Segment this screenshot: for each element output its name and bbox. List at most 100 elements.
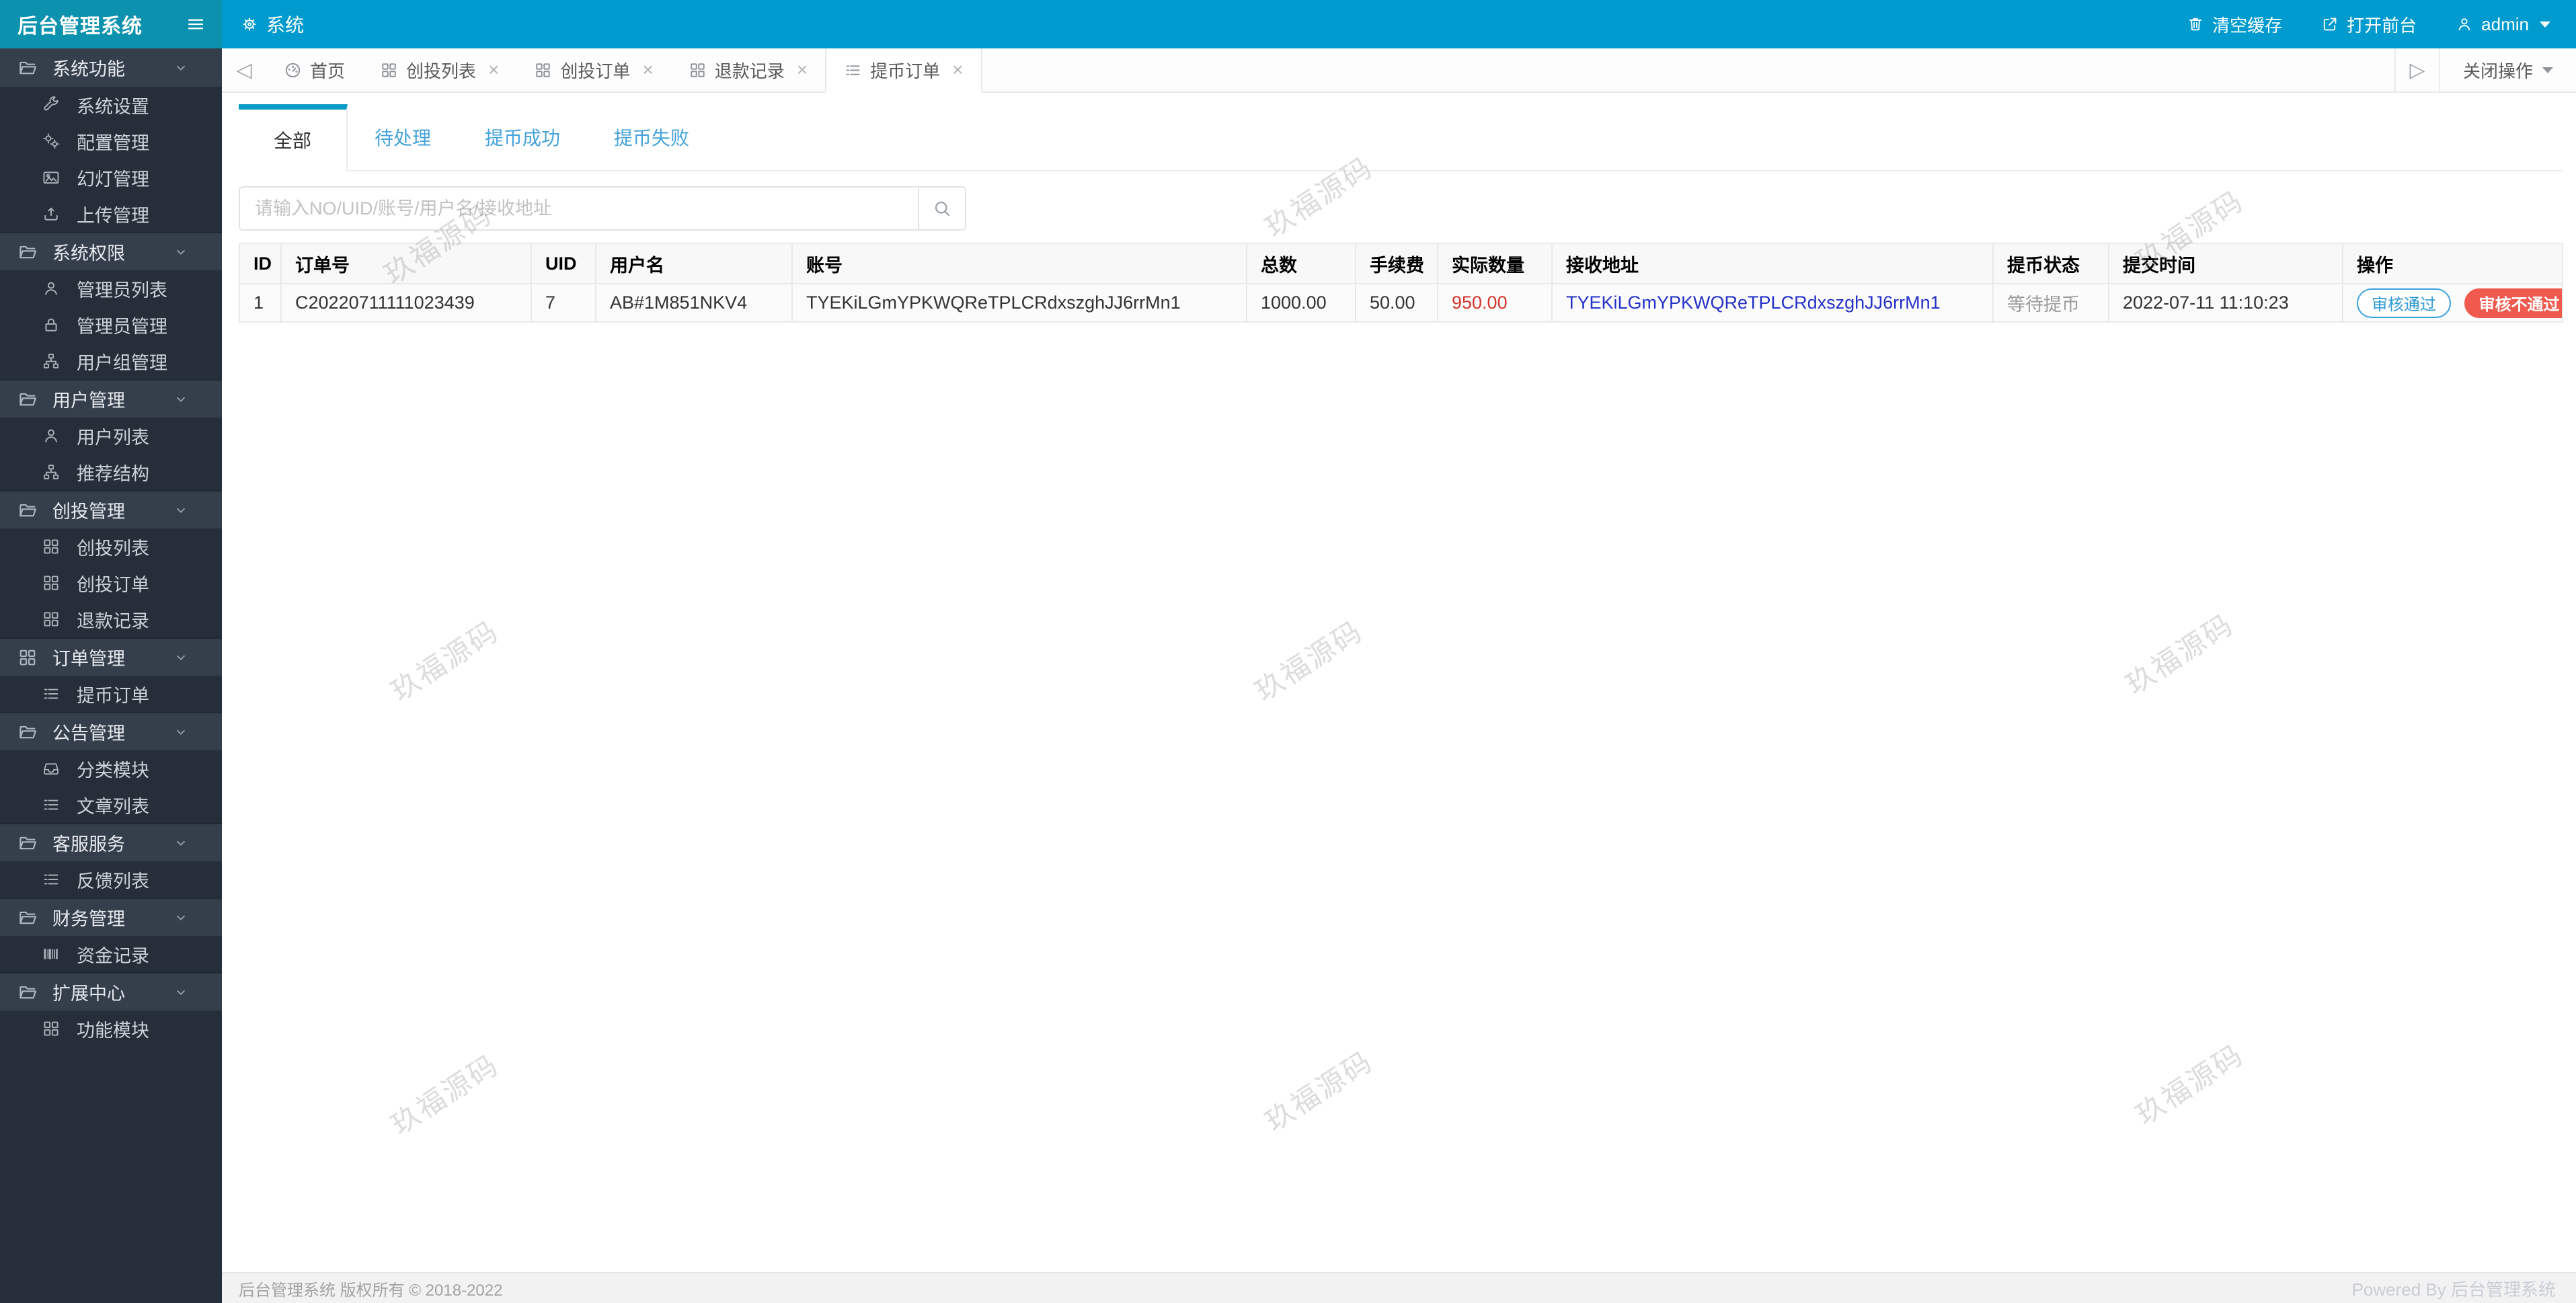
approve-button[interactable]: 审核通过: [2357, 288, 2451, 318]
powered-by-text: Powered By 后台管理系统: [2351, 1279, 2556, 1300]
close-tab-icon[interactable]: ×: [642, 61, 653, 79]
sidebar-group-permissions: 系统权限 管理员列表 管理员管理 用户组管理: [0, 232, 222, 379]
sidebar-group-header[interactable]: 系统权限: [0, 232, 222, 270]
cell-fee: 50.00: [1355, 283, 1438, 323]
filter-tab-pending[interactable]: 待处理: [348, 104, 458, 170]
sidebar-group-users: 用户管理 用户列表 推荐结构: [0, 379, 222, 490]
tabs-scroll-right-button[interactable]: ▷: [2394, 48, 2439, 91]
grid-icon: [534, 61, 552, 79]
chevron-down-icon: [172, 723, 190, 741]
sidebar-item-config[interactable]: 配置管理: [0, 123, 222, 159]
sidebar-item-user-groups[interactable]: 用户组管理: [0, 343, 222, 379]
search-button[interactable]: [918, 186, 966, 231]
lock-icon: [42, 315, 61, 334]
sidebar-item-venture-orders[interactable]: 创投订单: [0, 565, 222, 601]
sidebar-group-orders: 订单管理 提币订单: [0, 637, 222, 712]
sidebar-item-category-module[interactable]: 分类模块: [0, 750, 222, 787]
tab-withdraw-orders[interactable]: 提币订单 ×: [825, 48, 982, 93]
cell-status: 等待提币: [1992, 283, 2109, 323]
open-front-button[interactable]: 打开前台: [2321, 12, 2417, 37]
grid-icon: [42, 610, 61, 629]
sidebar-group-header[interactable]: 扩展中心: [0, 972, 222, 1011]
tab-refund-records[interactable]: 退款记录 ×: [671, 48, 825, 91]
filter-tab-all[interactable]: 全部: [239, 104, 348, 171]
grid-icon: [42, 1019, 61, 1038]
close-tab-icon[interactable]: ×: [952, 61, 963, 79]
sidebar-item-uploads[interactable]: 上传管理: [0, 196, 222, 232]
caret-down-icon: [2542, 67, 2553, 73]
col-total: 总数: [1246, 243, 1356, 284]
search-icon: [932, 198, 952, 219]
col-order-no: 订单号: [280, 243, 532, 284]
sitemap-icon: [42, 463, 61, 481]
sidebar-item-referral[interactable]: 推荐结构: [0, 454, 222, 490]
search-input[interactable]: [239, 186, 919, 231]
cell-time: 2022-07-11 11:10:23: [2108, 283, 2343, 323]
logo-area: 后台管理系统: [0, 0, 222, 48]
sidebar-item-refund-records[interactable]: 退款记录: [0, 601, 222, 637]
folder-icon: [17, 833, 38, 853]
filter-tab-success[interactable]: 提币成功: [458, 104, 587, 170]
sidebar-group-header[interactable]: 系统功能: [0, 48, 222, 87]
hamburger-icon[interactable]: [186, 14, 206, 34]
user-icon: [42, 279, 61, 298]
sidebar-group-header[interactable]: 订单管理: [0, 637, 222, 676]
gears-icon: [42, 132, 61, 151]
sidebar-item-user-list[interactable]: 用户列表: [0, 418, 222, 454]
sidebar-group-header[interactable]: 创投管理: [0, 490, 222, 528]
close-tab-icon[interactable]: ×: [488, 61, 499, 79]
sidebar-item-admin-list[interactable]: 管理员列表: [0, 270, 222, 307]
external-link-icon: [2321, 15, 2339, 33]
col-time: 提交时间: [2108, 243, 2343, 284]
sidebar-item-feedback-list[interactable]: 反馈列表: [0, 861, 222, 898]
sidebar-item-article-list[interactable]: 文章列表: [0, 787, 222, 823]
sidebar-group-system-functions: 系统功能 系统设置 配置管理 幻灯管理 上传管理: [0, 48, 222, 232]
reject-button[interactable]: 审核不通过: [2464, 288, 2561, 318]
list-icon: [42, 684, 61, 703]
sidebar-item-venture-list[interactable]: 创投列表: [0, 528, 222, 565]
sidebar-item-admin-manage[interactable]: 管理员管理: [0, 307, 222, 343]
cell-username: AB#1M851NKV4: [595, 283, 793, 323]
chevron-down-icon: [172, 834, 190, 852]
gear-icon: [241, 15, 258, 33]
chevron-down-icon: [172, 649, 190, 666]
tab-venture-orders[interactable]: 创投订单 ×: [516, 48, 670, 91]
filter-tabs: 全部 待处理 提币成功 提币失败: [239, 104, 2562, 171]
grid-icon: [689, 61, 707, 79]
sidebar-item-system-settings[interactable]: 系统设置: [0, 87, 222, 123]
sidebar-item-withdraw-orders[interactable]: 提币订单: [0, 676, 222, 712]
table-header-row: ID 订单号 UID 用户名 账号 总数 手续费 实际数量 接收地址 提币状态 …: [239, 243, 2563, 284]
sitemap-icon: [42, 352, 61, 370]
copyright-text: 后台管理系统 版权所有 © 2018-2022: [239, 1281, 503, 1300]
folder-icon: [17, 722, 38, 742]
filter-tab-failed[interactable]: 提币失败: [587, 104, 716, 170]
sidebar-group-header[interactable]: 财务管理: [0, 898, 222, 936]
clear-cache-button[interactable]: 清空缓存: [2187, 12, 2282, 37]
cell-uid: 7: [531, 283, 596, 323]
header-actions: 清空缓存 打开前台 admin: [2187, 0, 2576, 48]
user-icon: [42, 426, 61, 445]
chevron-down-icon: [172, 391, 190, 408]
sidebar-group-header[interactable]: 客服服务: [0, 823, 222, 861]
sidebar-item-slides[interactable]: 幻灯管理: [0, 159, 222, 196]
page-tabbar: ◁ 首页 创投列表 × 创投订单 × 退款记录 × 提币订单 × ▷ 关闭操作: [222, 48, 2576, 93]
app-window: 后台管理系统 系统 清空缓存 打开前台 admin 系统功能 系统设置 配置管理…: [0, 0, 2576, 1303]
cell-address-link[interactable]: TYEKiLGmYPKWQReTPLCRdxszghJJ6rrMn1: [1551, 283, 1994, 323]
cell-actual: 950.00: [1437, 283, 1553, 323]
col-actions: 操作: [2342, 243, 2563, 284]
tabs-scroll-left-button[interactable]: ◁: [222, 48, 266, 91]
user-menu[interactable]: admin: [2456, 14, 2550, 35]
close-tab-icon[interactable]: ×: [797, 61, 808, 79]
trash-icon: [2187, 15, 2204, 33]
grid-icon: [17, 647, 38, 668]
col-actual: 实际数量: [1437, 243, 1553, 284]
sidebar-item-function-modules[interactable]: 功能模块: [0, 1011, 222, 1047]
tab-venture-list[interactable]: 创投列表 ×: [362, 48, 516, 91]
sidebar-group-header[interactable]: 公告管理: [0, 712, 222, 750]
sidebar-group-header[interactable]: 用户管理: [0, 379, 222, 418]
close-operations-dropdown[interactable]: 关闭操作: [2438, 48, 2576, 91]
search-bar: [239, 186, 2562, 231]
main-area: 玖福源码 玖福源码 玖福源码 玖福源码 玖福源码 玖福源码 玖福源码 玖福源码 …: [222, 48, 2576, 1303]
tab-home[interactable]: 首页: [266, 48, 362, 91]
sidebar-item-fund-records[interactable]: 资金记录: [0, 936, 222, 972]
